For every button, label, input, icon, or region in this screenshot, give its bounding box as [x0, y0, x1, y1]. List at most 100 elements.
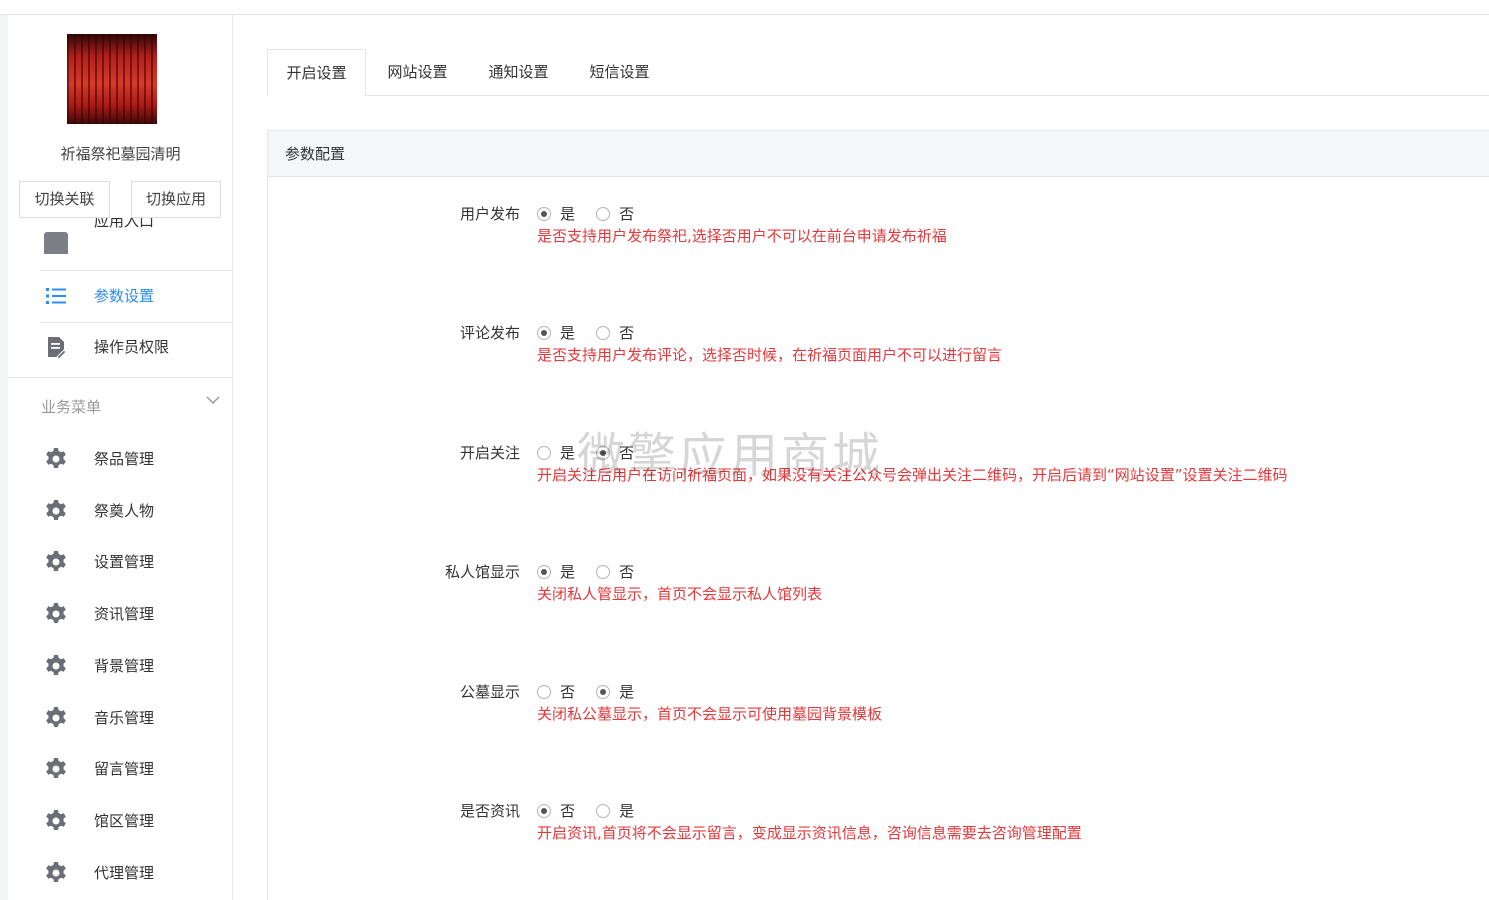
radio-option[interactable]: 否	[537, 681, 575, 702]
field-hint: 关闭私人管显示，首页不会显示私人馆列表	[537, 585, 823, 603]
sidebar-item-label: 设置管理	[94, 553, 155, 571]
gear-icon	[46, 448, 66, 468]
left-edge	[0, 15, 8, 900]
radio-button[interactable]	[537, 326, 551, 340]
field-hint: 开启关注后用户在访问祈福页面，如果没有关注公众号会弹出关注二维码，开启后请到“网…	[537, 466, 1288, 484]
radio-label: 否	[619, 444, 635, 462]
sidebar-item-label: 资讯管理	[94, 605, 155, 623]
field-private-hall: 私人馆显示 是 否 关闭私人管显示，首页不会显示私人馆列表	[268, 561, 1488, 621]
sidebar-item-label: 祭奠人物	[94, 502, 155, 520]
sidebar-item-agents[interactable]: 代理管理	[8, 848, 233, 898]
app-avatar	[67, 34, 157, 124]
sidebar-item-partial[interactable]: 应用入口	[8, 218, 233, 254]
radio-label: 是	[560, 444, 576, 462]
gear-icon	[46, 758, 66, 778]
switch-app-button[interactable]: 切换应用	[131, 181, 221, 218]
switch-link-button[interactable]: 切换关联	[19, 181, 110, 218]
sidebar-item-label: 音乐管理	[94, 709, 155, 727]
radio-label: 是	[560, 563, 576, 581]
menu-group-header[interactable]: 业务菜单	[8, 377, 233, 427]
radio-button[interactable]	[537, 207, 551, 221]
gear-icon	[46, 707, 66, 727]
sidebar-item-memorial-persons[interactable]: 祭奠人物	[8, 486, 233, 536]
field-label: 是否资讯	[459, 802, 520, 820]
radio-button[interactable]	[596, 685, 611, 699]
settings-tabs: 开启设置 网站设置 通知设置 短信设置	[267, 49, 1489, 97]
radio-button[interactable]	[537, 446, 551, 460]
gear-icon	[46, 862, 66, 882]
app-name: 祈福祭祀墓园清明	[60, 145, 181, 163]
tab-site-settings[interactable]: 网站设置	[368, 49, 467, 96]
radio-button[interactable]	[537, 565, 551, 579]
field-label: 公墓显示	[459, 683, 520, 701]
radio-button[interactable]	[596, 207, 611, 221]
radio-button[interactable]	[537, 685, 551, 699]
radio-option[interactable]: 是	[537, 442, 575, 463]
radio-label: 是	[560, 324, 576, 342]
radio-button[interactable]	[596, 565, 611, 579]
document-edit-icon	[48, 337, 67, 359]
field-user-publish: 用户发布 是 否 是否支持用户发布祭祀,选择否用户不可以在前台申请发布祈福	[268, 203, 1488, 263]
gear-icon	[46, 655, 66, 675]
top-bar	[0, 0, 1489, 15]
radio-label: 否	[619, 205, 635, 223]
radio-button[interactable]	[596, 446, 611, 460]
panel-title: 参数配置	[268, 131, 1489, 177]
sidebar-item-news[interactable]: 资讯管理	[8, 589, 233, 639]
radio-option[interactable]: 否	[596, 561, 634, 582]
sidebar-item-label: 背景管理	[94, 657, 155, 675]
radio-label: 否	[560, 802, 576, 820]
sidebar-item-messages[interactable]: 留言管理	[8, 744, 233, 794]
tab-notify-settings[interactable]: 通知设置	[469, 49, 568, 96]
sidebar-item-label: 参数设置	[94, 287, 155, 305]
field-label: 开启关注	[459, 444, 520, 462]
radio-option[interactable]: 是	[537, 322, 575, 343]
sidebar-item-settings-mgmt[interactable]: 设置管理	[8, 537, 233, 587]
sidebar-item-label: 操作员权限	[94, 338, 170, 356]
field-news-mode: 是否资讯 否 是 开启资讯,首页将不会显示留言，变成显示资讯信息，咨询信息需要去…	[268, 800, 1488, 860]
field-hint: 是否支持用户发布评论，选择否时候，在祈福页面用户不可以进行留言	[537, 346, 1003, 364]
radio-label: 否	[619, 563, 635, 581]
radio-label: 否	[619, 324, 635, 342]
radio-option[interactable]: 是	[596, 681, 634, 702]
sidebar-item-backgrounds[interactable]: 背景管理	[8, 641, 233, 691]
radio-option[interactable]: 否	[537, 800, 575, 821]
sidebar-item-halls[interactable]: 馆区管理	[8, 796, 233, 846]
sidebar-item-operators[interactable]: 操作员权限	[8, 322, 233, 372]
chevron-down-icon	[206, 396, 220, 405]
sidebar-item-music[interactable]: 音乐管理	[8, 693, 233, 743]
gear-icon	[46, 551, 66, 571]
radio-option[interactable]: 是	[537, 561, 575, 582]
sidebar-item-label: 代理管理	[94, 864, 155, 882]
field-hint: 开启资讯,首页将不会显示留言，变成显示资讯信息，咨询信息需要去咨询管理配置	[537, 824, 1082, 842]
gear-icon	[46, 810, 66, 830]
gear-icon	[46, 500, 66, 520]
field-label: 评论发布	[459, 324, 520, 342]
radio-option[interactable]: 否	[596, 322, 634, 343]
tab-sms-settings[interactable]: 短信设置	[570, 49, 669, 96]
radio-button[interactable]	[596, 804, 611, 818]
sidebar-item-label: 祭品管理	[94, 450, 155, 468]
field-public-cemetery: 公墓显示 否 是 关闭私公墓显示，首页不会显示可使用墓园背景模板	[268, 681, 1488, 741]
radio-option[interactable]: 是	[596, 800, 634, 821]
field-hint: 是否支持用户发布祭祀,选择否用户不可以在前台申请发布祈福	[537, 227, 947, 245]
sidebar-item-label: 馆区管理	[94, 812, 155, 830]
field-label: 用户发布	[459, 205, 520, 223]
tab-open-settings[interactable]: 开启设置	[267, 49, 366, 97]
radio-label: 是	[560, 205, 576, 223]
field-hint: 关闭私公墓显示，首页不会显示可使用墓园背景模板	[537, 705, 883, 723]
list-icon	[46, 288, 66, 304]
sidebar-item-offerings[interactable]: 祭品管理	[8, 434, 233, 484]
radio-button[interactable]	[537, 804, 551, 818]
sidebar-item-partial-label: 应用入口	[94, 218, 155, 230]
sidebar-item-params[interactable]: 参数设置	[8, 271, 233, 321]
field-follow: 开启关注 是 否 开启关注后用户在访问祈福页面，如果没有关注公众号会弹出关注二维…	[268, 442, 1488, 502]
chat-icon	[44, 232, 68, 254]
radio-option[interactable]: 是	[537, 203, 575, 224]
radio-option[interactable]: 否	[596, 442, 634, 463]
radio-label: 是	[619, 802, 635, 820]
radio-option[interactable]: 否	[596, 203, 634, 224]
field-comment-publish: 评论发布 是 否 是否支持用户发布评论，选择否时候，在祈福页面用户不可以进行留言	[268, 322, 1488, 382]
radio-button[interactable]	[596, 326, 611, 340]
radio-label: 否	[560, 683, 576, 701]
